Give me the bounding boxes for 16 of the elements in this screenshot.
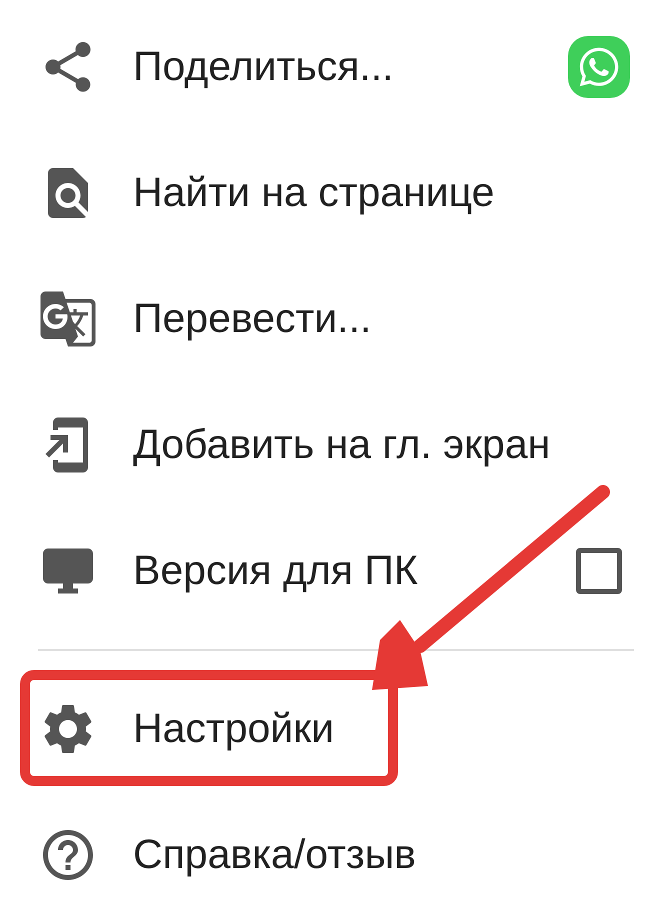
menu-item[interactable]: Поделиться... — [0, 4, 672, 130]
menu-item-label: Справка/отзыв — [133, 830, 416, 880]
menu-item-label: Поделиться... — [133, 42, 394, 92]
menu-item[interactable]: Справка/отзыв — [0, 792, 672, 915]
menu-item[interactable]: Настройки — [0, 666, 672, 792]
menu-item-label: Версия для ПК — [133, 546, 418, 596]
menu-item[interactable]: Добавить на гл. экран — [0, 382, 672, 508]
menu-item-label: Найти на странице — [133, 168, 494, 218]
menu-item[interactable]: Перевести... — [0, 256, 672, 382]
menu-item[interactable]: Найти на странице — [0, 130, 672, 256]
translate-icon — [38, 289, 98, 349]
menu-item-label: Настройки — [133, 704, 334, 754]
menu-item-label: Перевести... — [133, 294, 372, 344]
checkbox[interactable] — [576, 548, 622, 594]
menu-item-label: Добавить на гл. экран — [133, 420, 550, 470]
menu-item[interactable]: Версия для ПК — [0, 508, 672, 634]
